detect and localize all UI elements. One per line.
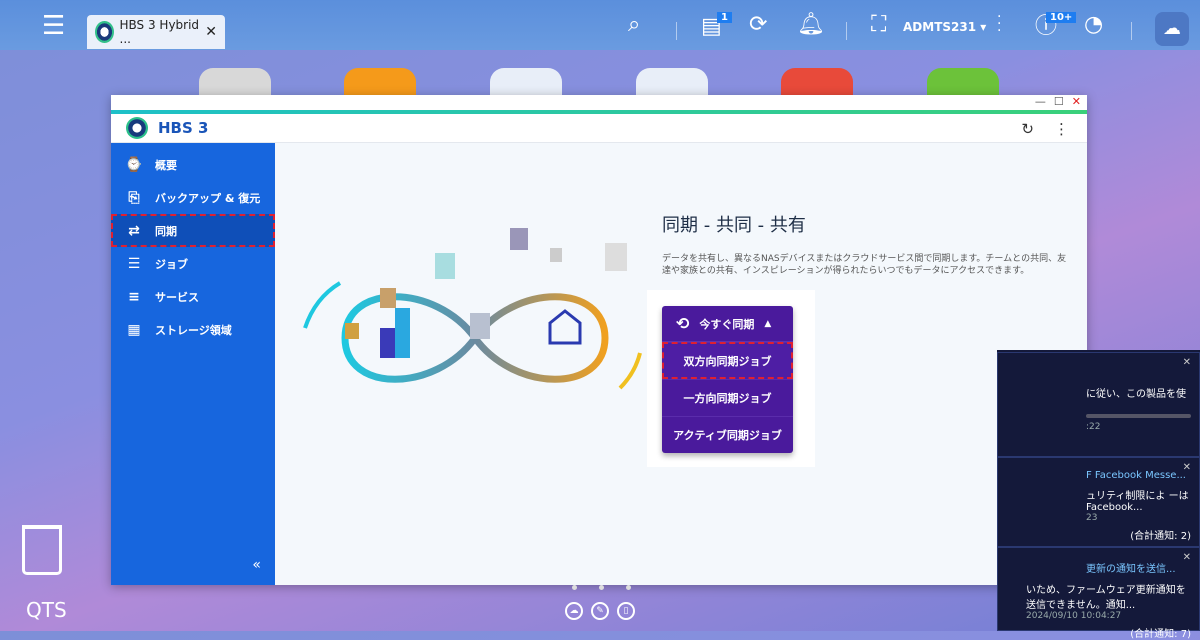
sidebar-item-storage-spaces[interactable]: ▦ ストレージ領域 [111,313,275,346]
main-content: 同期 - 共同 - 共有 データを共有し、異なるNASデバイスまたはクラウドサー… [275,143,1087,585]
page-title: 同期 - 共同 - 共有 [662,215,806,236]
sidebar-item-label: ジョブ [155,257,188,271]
menu-icon[interactable]: ☰ [42,13,65,39]
notification-text: に従い、この製品を使 [1086,389,1186,400]
sync-dropdown-container: ⟲ 今すぐ同期 ▲ 双方向同期ジョブ 一方向同期ジョブ アクティブ同期ジョブ [647,290,815,467]
menu-item-one-way-sync[interactable]: 一方向同期ジョブ [662,379,793,416]
username: ADMTS231 [903,20,977,34]
sidebar-item-overview[interactable]: ⌚ 概要 [111,148,275,181]
jobs-icon: ☰ [127,255,141,272]
tab-close-icon[interactable]: ✕ [205,24,217,40]
app-title: HBS 3 [158,119,209,137]
notification-title: F Facebook Messe... [1086,470,1186,481]
sync-icon: ⇄ [128,222,140,239]
sync-illustration [303,228,642,390]
notification-title: 更新の通知を送信... [1086,564,1176,575]
storage-icon: ▦ [127,321,141,338]
backup-icon: ⎘ [128,189,140,206]
notification-card[interactable]: ✕ に従い、この製品を使 :22 [997,352,1200,457]
menu-item-two-way-sync[interactable]: 双方向同期ジョブ [662,342,793,379]
hbs-logo-icon [126,117,148,139]
services-icon: ≡ [128,288,140,305]
hbs-logo-icon [95,21,114,43]
sidebar-item-services[interactable]: ≡ サービス [111,280,275,313]
collapse-sidebar-icon[interactable]: « [252,557,261,573]
minimize-button[interactable]: — [1035,95,1046,108]
refresh-icon[interactable]: ↻ [1021,120,1034,138]
sidebar-item-backup-restore[interactable]: ⎘ バックアップ & 復元 [111,181,275,214]
bell-icon[interactable]: 🔔︎ [797,14,825,36]
close-icon[interactable]: ✕ [1183,357,1191,368]
notification-text: いため、ファームウェア更新通知を送信できません。通知... [1026,585,1186,611]
recycle-bin-icon[interactable] [22,525,62,575]
notification-date: :22 [1086,422,1101,432]
notification-panel: ✕ に従い、この製品を使 :22 ✕ F Facebook Messe... ュ… [997,350,1200,640]
sidebar-item-sync[interactable]: ⇄ 同期 [111,214,275,247]
maximize-button[interactable]: ☐ [1054,95,1064,108]
sync-now-dropdown: ⟲ 今すぐ同期 ▲ 双方向同期ジョブ 一方向同期ジョブ アクティブ同期ジョブ [662,306,793,453]
sync-file-icon: ⟲ [676,314,690,333]
notification-text: ュリティ制限によ ーは Facebook... [1086,491,1189,513]
user-menu[interactable]: ADMTS231 ▾ [903,20,986,34]
taskbar: ☰ HBS 3 Hybrid ... ✕ ⌕ ▤ 1 ⟳ 🔔︎ ⛶ ADMTS2… [0,0,1200,50]
desktop-page-dots[interactable] [572,585,631,590]
dock: ☁ ✎ ▯ [565,602,635,620]
window-titlebar: — ☐ ✕ [111,95,1087,110]
user-icon[interactable]: ⛶ [871,14,886,36]
sync-now-label: 今すぐ同期 [699,317,755,331]
sidebar-item-label: サービス [155,290,199,304]
notification-card[interactable]: ✕ F Facebook Messe... ュリティ制限によ ーは Facebo… [997,457,1200,547]
notification-count: (合計通知: 7) [1130,629,1191,640]
cloud-dock-icon[interactable]: ☁ [565,602,583,620]
pages-dock-icon[interactable]: ▯ [617,602,635,620]
tab-title: HBS 3 Hybrid ... [119,18,200,46]
sidebar-item-label: ストレージ領域 [155,323,232,337]
close-button[interactable]: ✕ [1072,95,1081,108]
notification-count: (合計通知: 2) [1130,531,1191,542]
sidebar-item-label: 同期 [155,224,177,238]
app-header: HBS 3 ↻ ⋮ [111,114,1087,143]
caret-up-icon: ▲ [764,318,772,329]
more-options-icon[interactable]: · · · [997,10,1001,38]
more-icon[interactable]: ⋮ [1054,120,1069,138]
cloud-icon[interactable]: ☁ [1155,12,1189,46]
sidebar: ⌚ 概要 ⎘ バックアップ & 復元 ⇄ 同期 ☰ ジョブ ≡ サービス ▦ ストレージ領域… [111,143,275,585]
news-badge: 1 [717,12,732,23]
close-icon[interactable]: ✕ [1183,552,1191,563]
notification-date: 2024/09/10 10:04:27 [1026,611,1122,621]
app-tab-hbs3[interactable]: HBS 3 Hybrid ... ✕ [87,15,225,49]
notification-date: 23 [1086,513,1098,523]
dashboard-icon: ⌚ [125,156,143,173]
sidebar-item-label: バックアップ & 復元 [155,191,261,205]
qts-label: QTS [26,598,67,622]
close-icon[interactable]: ✕ [1183,462,1191,473]
page-description: データを共有し、異なるNASデバイスまたはクラウドサービス間で同期します。チーム… [662,254,1067,276]
search-icon[interactable]: ⌕ [628,14,640,36]
sync-now-button[interactable]: ⟲ 今すぐ同期 ▲ [662,306,793,342]
sync-icon[interactable]: ⟳ [749,14,767,36]
hbs3-window: — ☐ ✕ HBS 3 ↻ ⋮ ⌚ 概要 ⎘ バックアップ & 復元 ⇄ 同期 ☰ ジョ… [111,95,1087,585]
caret-down-icon: ▾ [980,20,987,34]
menu-item-active-sync[interactable]: アクティブ同期ジョブ [662,416,793,453]
sidebar-item-jobs[interactable]: ☰ ジョブ [111,247,275,280]
sidebar-item-label: 概要 [155,158,177,172]
resource-monitor-icon[interactable]: ◔ [1084,14,1103,36]
events-badge: 10+ [1046,12,1077,23]
notification-card[interactable]: ✕ 更新の通知を送信... いため、ファームウェア更新通知を送信できません。通知… [997,547,1200,640]
tools-dock-icon[interactable]: ✎ [591,602,609,620]
